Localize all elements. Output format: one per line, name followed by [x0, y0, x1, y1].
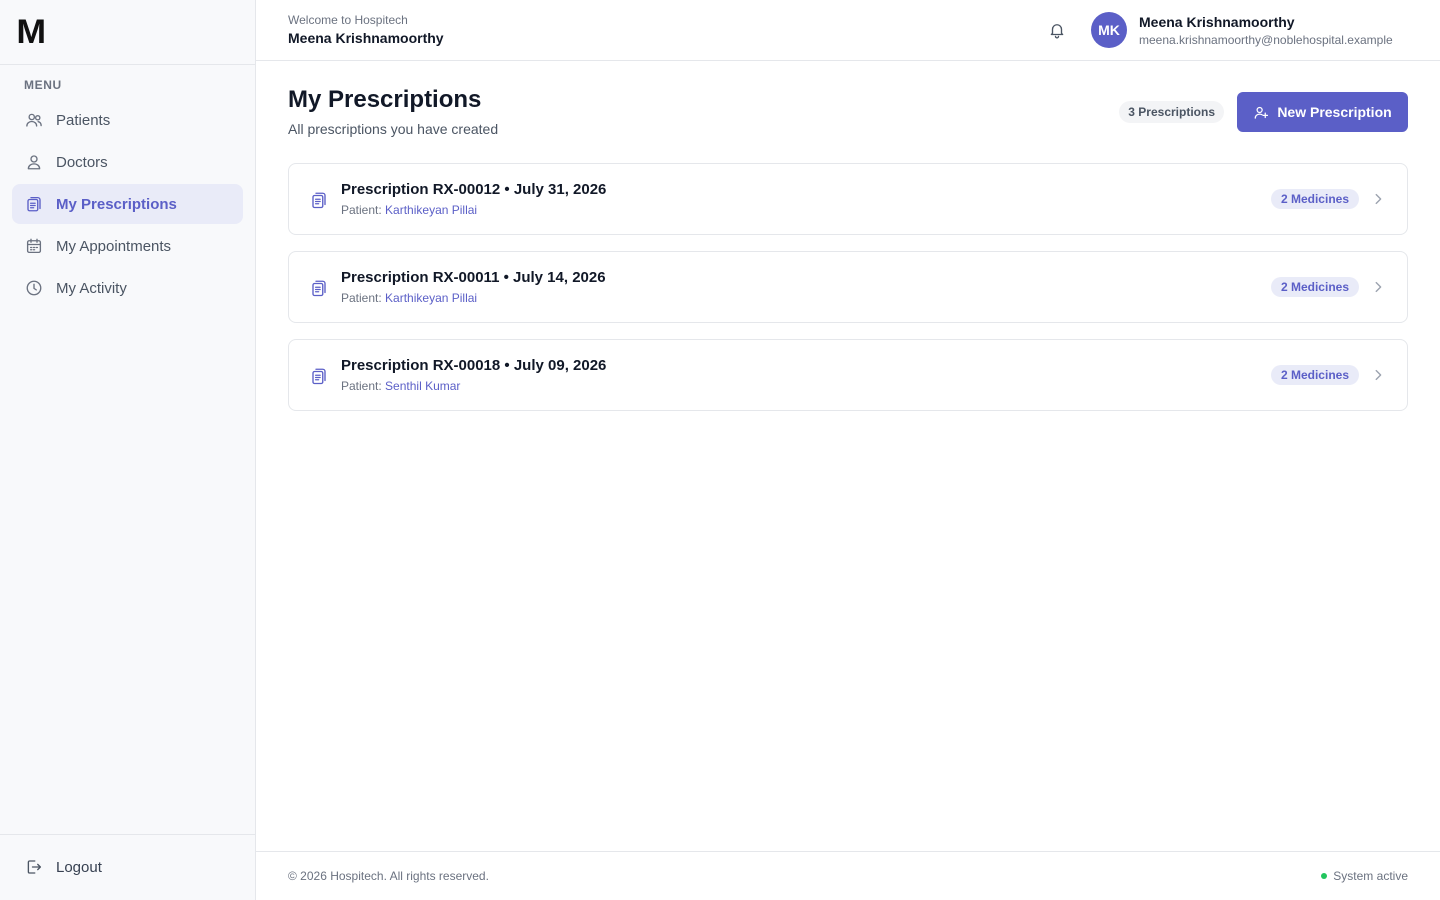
sidebar-item-label: Patients	[56, 111, 111, 129]
clipboard-icon	[309, 277, 329, 299]
sidebar: M MENU Patients Doctors My Prescriptions	[0, 0, 256, 900]
logout-button[interactable]: Logout	[12, 847, 243, 887]
main-content: My Prescriptions All prescriptions you h…	[256, 61, 1440, 851]
clipboard-icon	[309, 189, 329, 211]
page-footer: © 2026 Hospitech. All rights reserved. S…	[256, 851, 1440, 900]
prescription-card[interactable]: Prescription RX-00012 • July 31, 2026 Pa…	[288, 163, 1408, 235]
sidebar-item-label: My Prescriptions	[56, 195, 177, 213]
prescription-title: Prescription RX-00018 • July 09, 2026	[341, 357, 607, 374]
sidebar-nav: Patients Doctors My Prescriptions My App…	[12, 100, 243, 310]
user-name: Meena Krishnamoorthy	[1139, 14, 1295, 30]
clipboard-icon	[309, 365, 329, 387]
clock-icon	[24, 278, 44, 298]
clipboard-icon	[24, 194, 44, 214]
page-title: My Prescriptions	[288, 86, 482, 113]
new-prescription-button[interactable]: New Prescription	[1237, 92, 1408, 132]
logo-area: M	[0, 0, 255, 65]
calendar-icon	[24, 236, 44, 256]
chevron-right-icon	[1371, 191, 1385, 207]
brand-logo[interactable]: M	[16, 15, 46, 49]
system-status-text: System active	[1333, 869, 1408, 883]
medicines-badge: 2 Medicines	[1270, 277, 1359, 297]
medicines-badge: 2 Medicines	[1270, 189, 1359, 209]
prescription-title: Prescription RX-00011 • July 14, 2026	[341, 269, 606, 286]
prescription-title: Prescription RX-00012 • July 31, 2026	[341, 181, 607, 198]
sidebar-item-my-prescriptions[interactable]: My Prescriptions	[12, 184, 243, 224]
sidebar-item-label: Doctors	[56, 153, 108, 171]
chevron-right-icon	[1371, 279, 1385, 295]
prescription-patient: Patient: Karthikeyan Pillai	[341, 203, 477, 217]
prescription-patient: Patient: Karthikeyan Pillai	[341, 291, 477, 305]
prescription-card[interactable]: Prescription RX-00011 • July 14, 2026 Pa…	[288, 251, 1408, 323]
patient-prefix: Patient:	[341, 203, 382, 217]
logout-label: Logout	[56, 858, 102, 876]
avatar[interactable]: MK	[1091, 12, 1127, 48]
patient-prefix: Patient:	[341, 379, 382, 393]
system-status: System active	[1321, 869, 1408, 883]
sidebar-item-my-appointments[interactable]: My Appointments	[12, 226, 243, 266]
sidebar-item-my-activity[interactable]: My Activity	[12, 268, 243, 308]
sidebar-item-doctors[interactable]: Doctors	[12, 142, 243, 182]
prescription-patient: Patient: Senthil Kumar	[341, 379, 460, 393]
patient-name-link[interactable]: Senthil Kumar	[385, 379, 460, 393]
bell-icon[interactable]	[1046, 19, 1068, 41]
sidebar-item-patients[interactable]: Patients	[12, 100, 243, 140]
prescription-list: Prescription RX-00012 • July 31, 2026 Pa…	[288, 163, 1408, 427]
user-email: meena.krishnamoorthy@noblehospital.examp…	[1139, 33, 1393, 47]
prescription-card[interactable]: Prescription RX-00018 • July 09, 2026 Pa…	[288, 339, 1408, 411]
add-user-icon	[1253, 104, 1269, 120]
top-header: Welcome to Hospitech Meena Krishnamoorth…	[256, 0, 1440, 61]
status-dot	[1321, 873, 1328, 879]
medicines-badge: 2 Medicines	[1270, 365, 1359, 385]
sidebar-item-label: My Activity	[56, 279, 127, 297]
chevron-right-icon	[1371, 367, 1385, 383]
logout-icon	[24, 857, 44, 877]
prescription-count-badge: 3 Prescriptions	[1119, 101, 1224, 123]
patient-prefix: Patient:	[341, 291, 382, 305]
page-subtitle: All prescriptions you have created	[288, 121, 499, 137]
welcome-text: Welcome to Hospitech	[288, 13, 408, 27]
user-icon	[24, 152, 44, 172]
welcome-name: Meena Krishnamoorthy	[288, 30, 444, 46]
users-icon	[24, 110, 44, 130]
patient-name-link[interactable]: Karthikeyan Pillai	[385, 291, 477, 305]
sidebar-footer: Logout	[0, 834, 255, 900]
menu-label: MENU	[24, 78, 62, 92]
copyright-text: © 2026 Hospitech. All rights reserved.	[288, 869, 489, 883]
new-prescription-label: New Prescription	[1277, 104, 1392, 120]
sidebar-item-label: My Appointments	[56, 237, 172, 255]
patient-name-link[interactable]: Karthikeyan Pillai	[385, 203, 477, 217]
